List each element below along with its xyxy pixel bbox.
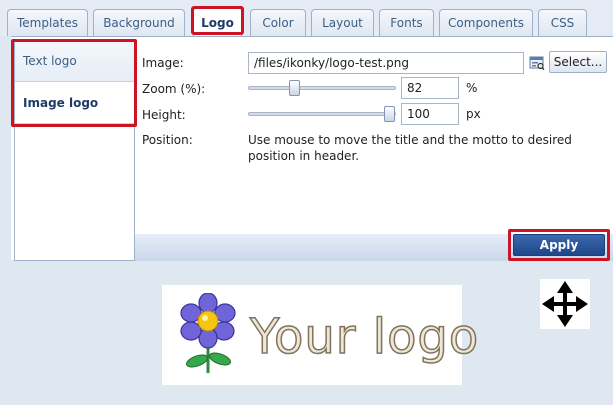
tab-logo[interactable]: Logo: [193, 7, 242, 37]
zoom-value-field[interactable]: 82: [401, 77, 459, 99]
subtab-label: Text logo: [23, 53, 77, 68]
zoom-slider-thumb[interactable]: [289, 80, 300, 96]
apply-button[interactable]: Apply: [513, 234, 605, 256]
tab-background[interactable]: Background: [93, 9, 185, 36]
tab-components[interactable]: Components: [439, 9, 533, 36]
main-tab-bar: Templates Background Logo Color Layout F…: [0, 0, 613, 37]
zoom-label: Zoom (%):: [142, 82, 206, 96]
zoom-unit: %: [466, 81, 478, 95]
move-arrows-icon: [542, 281, 588, 327]
subtab-image-logo[interactable]: Image logo: [15, 82, 134, 124]
tab-layout[interactable]: Layout: [311, 9, 374, 36]
height-label: Height:: [142, 108, 186, 122]
height-unit: px: [466, 107, 481, 121]
flower-icon: [180, 293, 236, 373]
logo-settings-panel: Text logo Image logo Image: /files/ikonk…: [11, 36, 613, 261]
tab-label: Logo: [201, 15, 234, 30]
tab-label: Layout: [322, 16, 363, 30]
height-slider-track[interactable]: [248, 112, 396, 116]
select-image-button[interactable]: Select...: [549, 51, 607, 73]
tab-fonts[interactable]: Fonts: [379, 9, 434, 36]
tab-label: Templates: [16, 16, 78, 30]
tab-label: CSS: [550, 16, 575, 30]
tab-label: Background: [103, 16, 175, 30]
zoom-slider-track[interactable]: [248, 86, 396, 90]
position-help-text: Use mouse to move the title and the mott…: [248, 133, 572, 163]
position-label: Position:: [142, 133, 193, 147]
browse-files-icon[interactable]: [529, 55, 545, 71]
subtab-label: Image logo: [23, 95, 99, 110]
tab-label: Color: [262, 16, 294, 30]
logo-text: Your logo: [249, 308, 480, 366]
tab-label: Fonts: [390, 16, 423, 30]
logo-preview[interactable]: Your logo: [162, 285, 479, 385]
subtab-text-logo[interactable]: Text logo: [15, 40, 134, 82]
tab-templates[interactable]: Templates: [7, 9, 88, 36]
height-slider-thumb[interactable]: [384, 106, 395, 122]
tab-color[interactable]: Color: [250, 9, 306, 36]
logo-type-list: Text logo Image logo: [14, 39, 135, 261]
tab-css[interactable]: CSS: [538, 9, 587, 36]
image-path-field[interactable]: /files/ikonky/logo-test.png: [248, 52, 524, 74]
height-value-field[interactable]: 100: [401, 103, 459, 125]
tab-label: Components: [448, 16, 524, 30]
image-label: Image:: [142, 56, 184, 70]
move-handle[interactable]: [540, 279, 590, 329]
